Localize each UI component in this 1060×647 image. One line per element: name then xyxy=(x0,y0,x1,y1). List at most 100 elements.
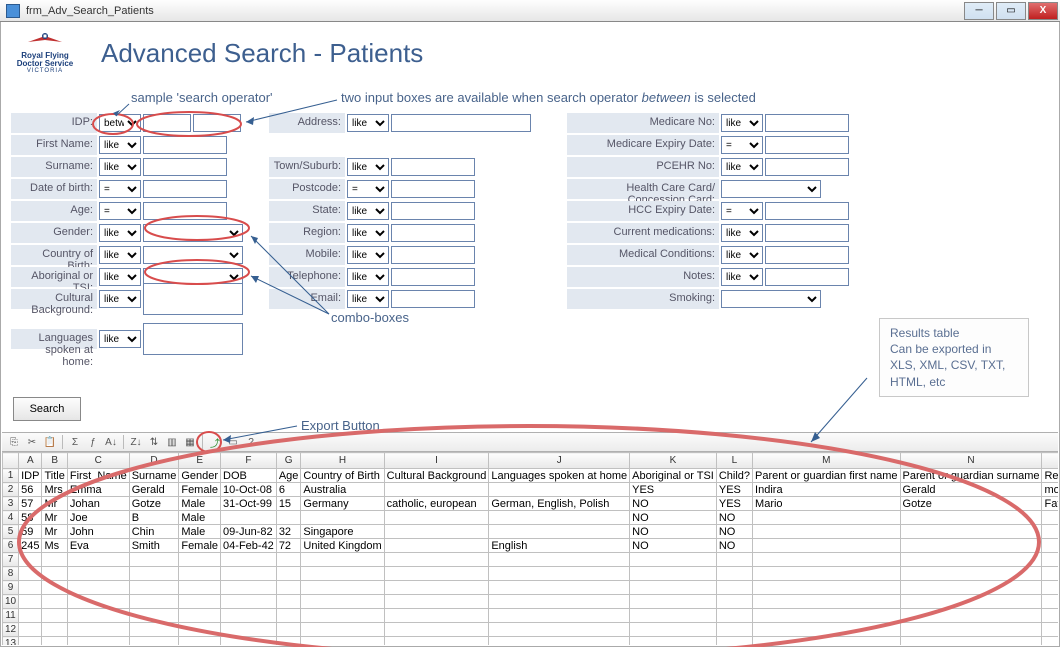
cell[interactable] xyxy=(489,595,630,609)
cell[interactable] xyxy=(384,511,489,525)
cell[interactable] xyxy=(384,609,489,623)
column-header[interactable]: Surname xyxy=(129,469,179,483)
cell[interactable] xyxy=(276,595,301,609)
cell[interactable] xyxy=(384,483,489,497)
column-letter[interactable]: C xyxy=(67,453,129,469)
cell[interactable] xyxy=(489,483,630,497)
operator-select[interactable]: like xyxy=(721,268,763,286)
cell[interactable] xyxy=(276,567,301,581)
cell[interactable]: Mr xyxy=(42,525,67,539)
cell[interactable] xyxy=(67,609,129,623)
cell[interactable] xyxy=(67,595,129,609)
value-input[interactable] xyxy=(765,158,849,176)
value-input[interactable] xyxy=(391,246,475,264)
cell[interactable] xyxy=(630,595,717,609)
value-input[interactable] xyxy=(391,158,475,176)
cal-icon[interactable]: ▭ xyxy=(225,434,241,450)
cell[interactable] xyxy=(630,623,717,637)
cell[interactable]: NO xyxy=(630,497,717,511)
cell[interactable] xyxy=(301,511,384,525)
cell[interactable] xyxy=(276,609,301,623)
cell[interactable] xyxy=(42,581,67,595)
cell[interactable]: NO xyxy=(716,539,752,553)
cell[interactable] xyxy=(221,511,277,525)
cell[interactable] xyxy=(19,623,42,637)
cell[interactable]: Ms xyxy=(42,539,67,553)
cell[interactable] xyxy=(716,581,752,595)
cell[interactable] xyxy=(384,525,489,539)
column-header[interactable]: IDP xyxy=(19,469,42,483)
operator-select[interactable]: like xyxy=(347,158,389,176)
cell[interactable] xyxy=(753,511,900,525)
column-header[interactable]: Child? xyxy=(716,469,752,483)
cell[interactable]: 04-Feb-42 xyxy=(221,539,277,553)
cell[interactable] xyxy=(19,581,42,595)
cell[interactable] xyxy=(221,581,277,595)
cell[interactable] xyxy=(67,581,129,595)
cell[interactable] xyxy=(129,609,179,623)
operator-select[interactable]: like xyxy=(99,158,141,176)
operator-select[interactable]: = xyxy=(721,136,763,154)
cell[interactable]: Johan xyxy=(67,497,129,511)
cell[interactable] xyxy=(753,567,900,581)
cell[interactable] xyxy=(42,637,67,646)
cell[interactable] xyxy=(753,595,900,609)
column-letter[interactable]: K xyxy=(630,453,717,469)
cell[interactable] xyxy=(753,525,900,539)
value-input[interactable] xyxy=(765,202,849,220)
cell[interactable] xyxy=(19,553,42,567)
cell[interactable] xyxy=(630,567,717,581)
cell[interactable] xyxy=(753,553,900,567)
value-textarea[interactable] xyxy=(143,323,243,355)
operator-select[interactable]: like xyxy=(347,290,389,308)
cell[interactable] xyxy=(1042,609,1058,623)
cell[interactable] xyxy=(276,511,301,525)
chart-icon[interactable]: ▥ xyxy=(164,434,180,450)
cell[interactable]: 31-Oct-99 xyxy=(221,497,277,511)
copy-icon[interactable]: ⎘ xyxy=(6,434,22,450)
cell[interactable]: mother xyxy=(1042,483,1058,497)
cell[interactable] xyxy=(301,623,384,637)
cell[interactable]: NO xyxy=(716,511,752,525)
value-input[interactable] xyxy=(143,158,227,176)
row-number[interactable]: 8 xyxy=(3,567,19,581)
operator-select[interactable]: like xyxy=(721,158,763,176)
cell[interactable]: Chin xyxy=(129,525,179,539)
cell[interactable] xyxy=(221,567,277,581)
row-number[interactable]: 4 xyxy=(3,511,19,525)
cell[interactable]: Gotze xyxy=(900,497,1042,511)
value-input[interactable] xyxy=(765,114,849,132)
cell[interactable]: Male xyxy=(179,497,221,511)
cell[interactable]: German, English, Polish xyxy=(489,497,630,511)
cell[interactable] xyxy=(67,553,129,567)
cell[interactable]: Joe xyxy=(67,511,129,525)
cell[interactable] xyxy=(384,595,489,609)
cell[interactable] xyxy=(179,581,221,595)
operator-select[interactable]: like xyxy=(99,290,141,308)
row-number[interactable]: 7 xyxy=(3,553,19,567)
cell[interactable] xyxy=(1042,595,1058,609)
cell[interactable]: 245 xyxy=(19,539,42,553)
operator-select[interactable]: = xyxy=(99,202,141,220)
column-header[interactable]: Relationship to child xyxy=(1042,469,1058,483)
column-header[interactable]: Parent or guardian surname xyxy=(900,469,1042,483)
cell[interactable]: Eva xyxy=(67,539,129,553)
cell[interactable] xyxy=(129,553,179,567)
cell[interactable] xyxy=(221,595,277,609)
cell[interactable]: John xyxy=(67,525,129,539)
value-combo[interactable] xyxy=(721,180,821,198)
cell[interactable] xyxy=(67,637,129,646)
value-input[interactable] xyxy=(391,202,475,220)
cell[interactable] xyxy=(67,623,129,637)
paste-icon[interactable]: 📋 xyxy=(42,434,58,450)
cell[interactable] xyxy=(900,567,1042,581)
cell[interactable]: 57 xyxy=(19,497,42,511)
cell[interactable] xyxy=(276,553,301,567)
cell[interactable] xyxy=(301,567,384,581)
cell[interactable] xyxy=(900,595,1042,609)
row-number[interactable]: 6 xyxy=(3,539,19,553)
cell[interactable]: United Kingdom xyxy=(301,539,384,553)
cell[interactable]: YES xyxy=(716,483,752,497)
cell[interactable] xyxy=(384,567,489,581)
cell[interactable] xyxy=(716,637,752,646)
